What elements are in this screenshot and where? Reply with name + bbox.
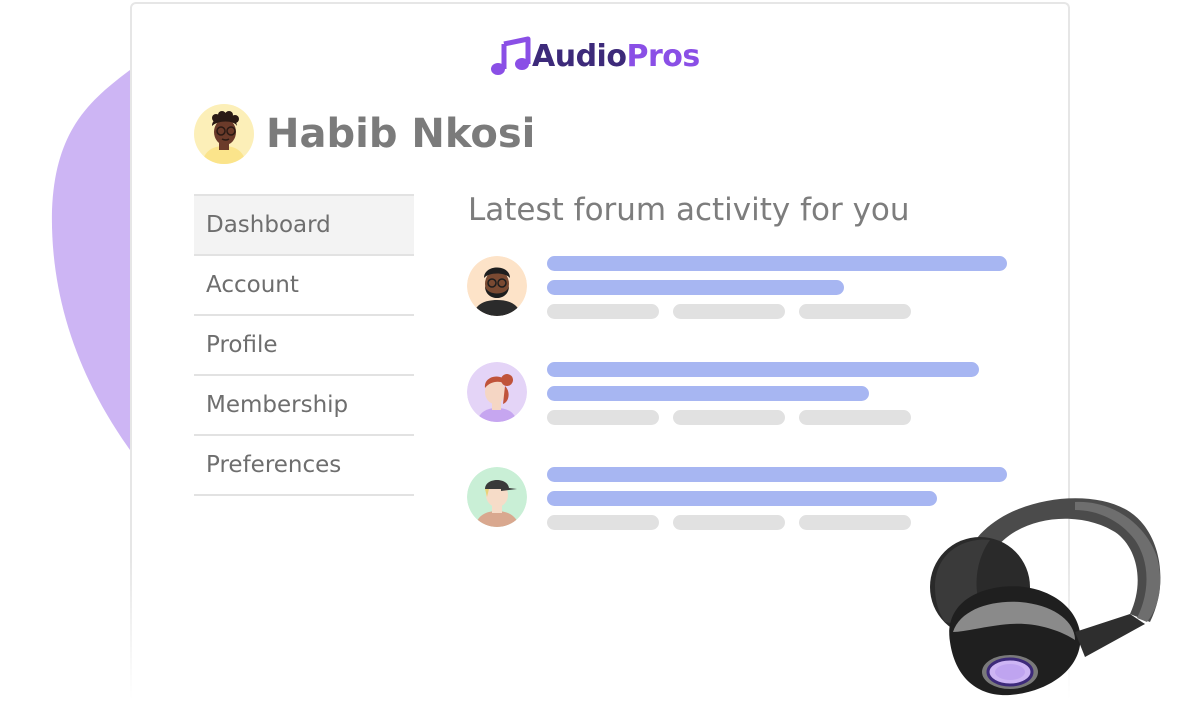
meta-placeholder [673,410,785,425]
post-excerpt-placeholder [547,491,937,506]
meta-placeholder [547,515,659,530]
brand-name: AudioPros [532,39,700,74]
post-title-placeholder [547,467,1007,482]
meta-placeholder [547,410,659,425]
post-title-placeholder [547,256,1007,271]
post-excerpt-placeholder [547,280,844,295]
meta-placeholder [547,304,659,319]
feed-item[interactable] [467,362,1027,426]
post-excerpt-placeholder [547,386,869,401]
nav-item-preferences[interactable]: Preferences [194,436,414,496]
cap-man-avatar [467,467,527,527]
sidebar-nav: Dashboard Account Profile Membership Pre… [194,194,414,496]
headphones-icon [930,498,1161,696]
meta-placeholder [673,515,785,530]
nav-item-profile[interactable]: Profile [194,316,414,376]
bearded-man-avatar [467,256,527,316]
user-avatar[interactable] [194,104,254,164]
brand-logo[interactable]: AudioPros [490,36,700,76]
meta-placeholder [799,515,911,530]
brand-name-part1: Audio [532,38,627,74]
post-title-placeholder [547,362,979,377]
nav-item-account[interactable]: Account [194,256,414,316]
user-header: Habib Nkosi [194,104,535,164]
woman-avatar [467,362,527,422]
meta-placeholder [673,304,785,319]
nav-item-dashboard[interactable]: Dashboard [194,196,414,256]
nav-item-membership[interactable]: Membership [194,376,414,436]
meta-placeholder [799,410,911,425]
feed-heading: Latest forum activity for you [468,192,910,228]
music-note-icon [491,36,531,75]
user-name: Habib Nkosi [266,111,536,157]
brand-name-part2: Pros [626,38,700,74]
feed-item[interactable] [467,256,1027,320]
meta-placeholder [799,304,911,319]
